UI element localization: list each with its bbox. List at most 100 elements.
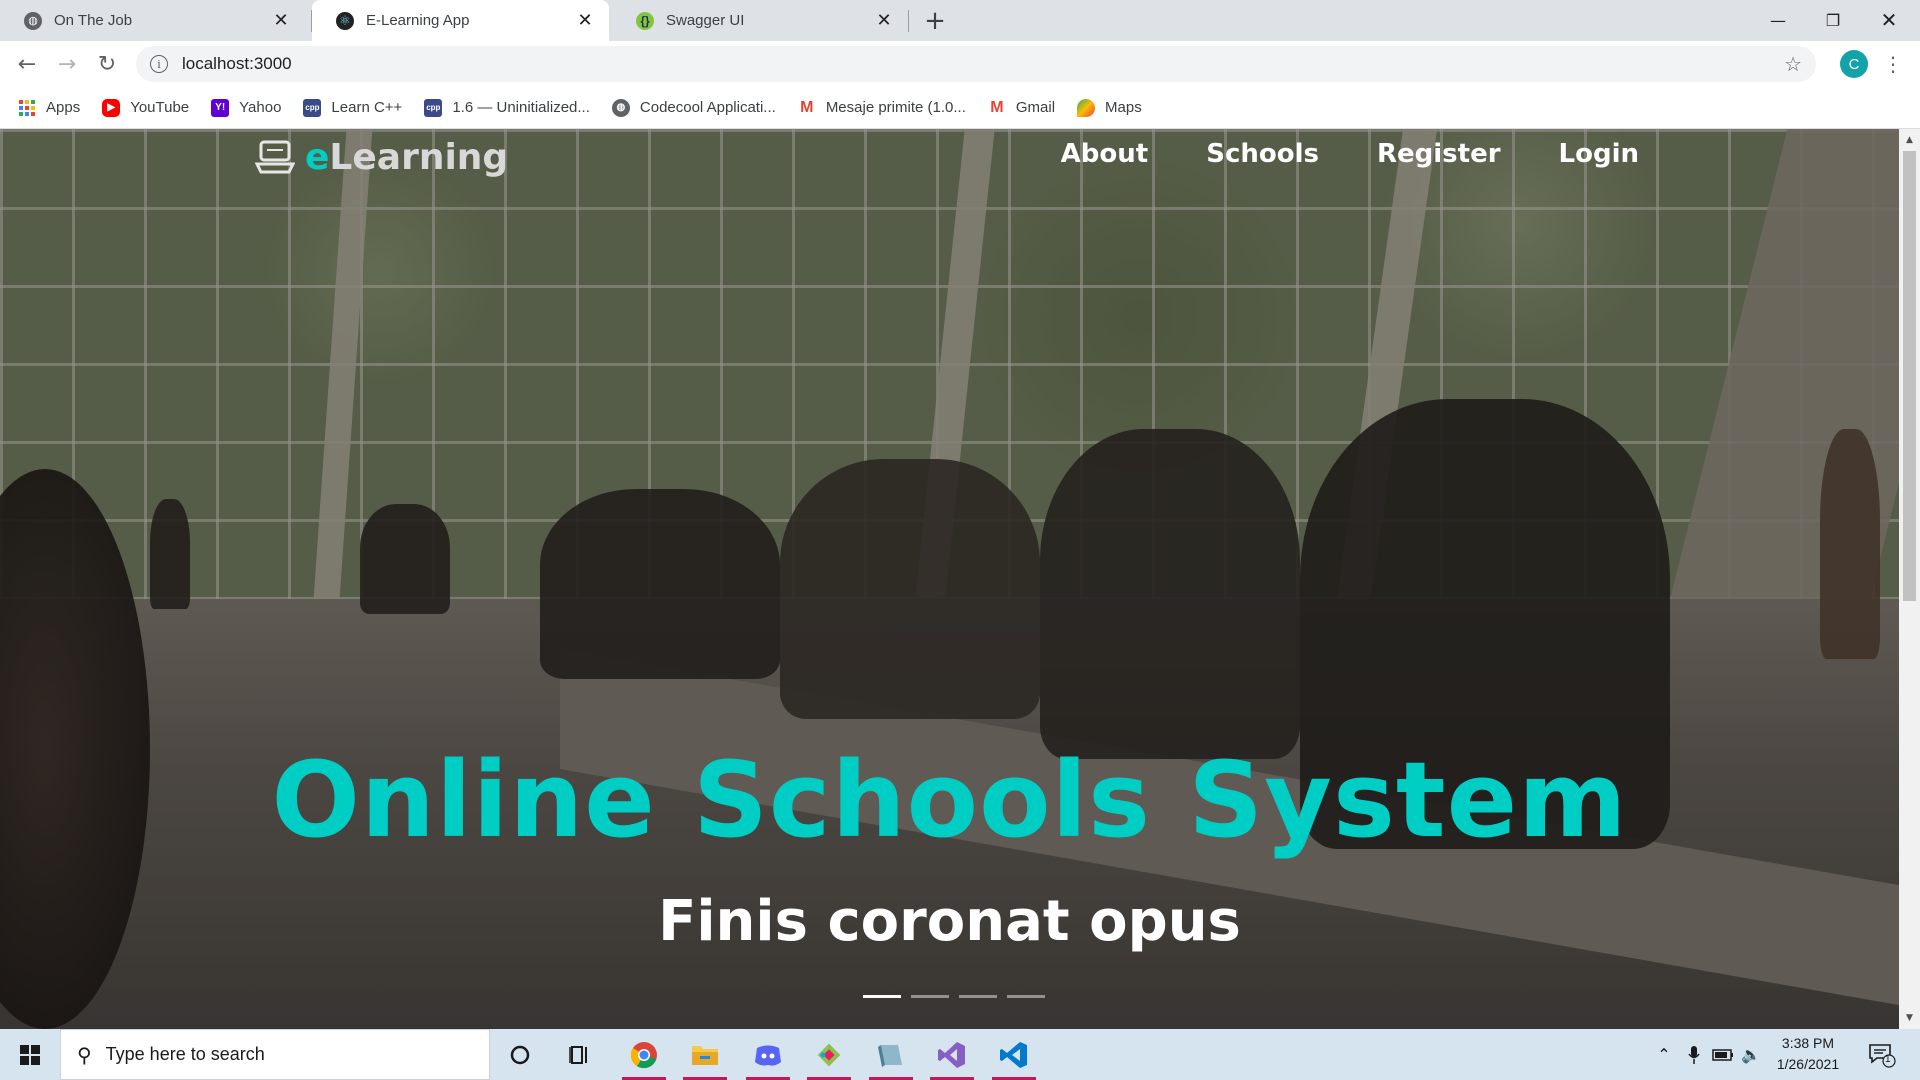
bookmark-apps[interactable]: Apps	[18, 99, 80, 117]
taskbar-file-explorer[interactable]	[677, 1029, 733, 1080]
reload-button[interactable]: ↻	[92, 49, 122, 79]
start-button[interactable]	[0, 1029, 60, 1080]
nav-register[interactable]: Register	[1377, 139, 1501, 169]
globe-icon: ◍	[24, 11, 42, 30]
speaker-icon: 🔈	[1741, 1045, 1761, 1064]
tab-title: Swagger UI	[666, 12, 745, 29]
tab-e-learning-app[interactable]: ⚛ E-Learning App ✕	[312, 0, 609, 41]
bookmark-gmail[interactable]: M Gmail	[988, 99, 1055, 117]
back-button[interactable]: ←	[12, 49, 42, 79]
bookmark-star-icon[interactable]: ☆	[1784, 52, 1802, 76]
tab-title: E-Learning App	[366, 12, 470, 29]
page-viewport: e Learning About Schools Register Login …	[0, 129, 1899, 1029]
file-explorer-icon	[692, 1045, 718, 1065]
microphone-icon	[1688, 1045, 1700, 1064]
main-nav: About Schools Register Login	[1003, 139, 1639, 169]
tab-on-the-job[interactable]: ◍ On The Job ✕	[0, 0, 305, 41]
bookmark-label: YouTube	[130, 99, 190, 116]
globe-icon: ◍	[611, 98, 630, 117]
taskbar-git[interactable]	[801, 1029, 857, 1080]
forward-button[interactable]: →	[52, 49, 82, 79]
carousel-indicator[interactable]	[863, 995, 901, 998]
battery-button[interactable]	[1710, 1029, 1736, 1080]
bookmark-youtube[interactable]: ▶ YouTube	[102, 98, 190, 117]
bookmark-maps[interactable]: Maps	[1077, 98, 1142, 117]
yahoo-icon: Y!	[211, 98, 230, 117]
url-text[interactable]: localhost:3000	[182, 54, 292, 74]
close-tab-icon[interactable]: ✕	[271, 10, 291, 31]
windows-taskbar: ⚲ Type here to search ⌃ 🔈 3:38 PM 1/26/2…	[0, 1029, 1920, 1080]
visual-studio-icon	[938, 1041, 965, 1068]
chevron-up-icon: ⌃	[1657, 1045, 1671, 1064]
gmail-icon: M	[800, 98, 814, 116]
chrome-icon	[630, 1041, 657, 1068]
app-icon	[878, 1044, 902, 1067]
elearning-logo-icon	[255, 140, 295, 174]
maps-icon	[1077, 98, 1096, 117]
task-view-button[interactable]	[552, 1029, 608, 1080]
nav-schools[interactable]: Schools	[1206, 139, 1319, 169]
bookmark-mesaje-primite[interactable]: M Mesaje primite (1.0...	[798, 99, 966, 117]
brand-text-accent: e	[305, 136, 330, 178]
close-window-button[interactable]: ✕	[1866, 0, 1912, 40]
page-scrollbar[interactable]: ▲ ▼	[1899, 129, 1920, 1029]
brand-logo[interactable]: e Learning	[255, 135, 508, 179]
bookmark-learn-cpp[interactable]: cpp Learn C++	[303, 98, 403, 117]
nav-about[interactable]: About	[1061, 139, 1149, 169]
react-icon: ⚛	[336, 11, 354, 30]
cpp-icon: cpp	[424, 98, 443, 117]
microphone-button[interactable]	[1682, 1029, 1706, 1080]
search-icon: ⚲	[77, 1042, 92, 1067]
site-info-icon[interactable]: i	[150, 55, 168, 73]
action-center-button[interactable]: 1	[1866, 1039, 1896, 1069]
system-clock[interactable]: 3:38 PM 1/26/2021	[1760, 1033, 1856, 1075]
bookmark-label: Mesaje primite (1.0...	[825, 99, 966, 116]
address-bar[interactable]: i localhost:3000 ☆	[136, 46, 1816, 82]
bookmark-label: Yahoo	[239, 99, 282, 116]
scroll-down-arrow-icon[interactable]: ▼	[1899, 1009, 1920, 1027]
tab-divider	[908, 10, 909, 32]
restore-button[interactable]: ❐	[1810, 0, 1856, 40]
taskbar-visual-studio[interactable]	[924, 1029, 980, 1080]
bookmark-uninitialized[interactable]: cpp 1.6 — Uninitialized...	[424, 98, 590, 117]
bookmarks-bar: Apps ▶ YouTube Y! Yahoo cpp Learn C++ cp…	[0, 87, 1920, 129]
swagger-icon: {}	[636, 11, 654, 30]
browser-menu-icon[interactable]: ⋮	[1880, 49, 1906, 79]
carousel-indicator[interactable]	[959, 995, 997, 998]
cortana-icon	[510, 1045, 530, 1064]
search-placeholder: Type here to search	[105, 1044, 265, 1064]
profile-avatar[interactable]: C	[1840, 50, 1868, 78]
close-tab-icon[interactable]: ✕	[874, 10, 894, 31]
carousel-indicator[interactable]	[1007, 995, 1045, 998]
taskbar-app[interactable]	[863, 1029, 919, 1080]
hero-title: Online Schools System	[271, 739, 1628, 861]
bookmark-yahoo[interactable]: Y! Yahoo	[211, 98, 282, 117]
carousel-indicators	[863, 995, 1055, 998]
bookmark-label: Apps	[46, 99, 81, 116]
new-tab-button[interactable]: +	[920, 6, 950, 36]
carousel-indicator[interactable]	[911, 995, 949, 998]
windows-logo-icon	[20, 1044, 40, 1065]
scroll-up-arrow-icon[interactable]: ▲	[1899, 131, 1920, 149]
taskbar-vscode[interactable]	[986, 1029, 1042, 1080]
tab-strip: ◍ On The Job ✕ ⚛ E-Learning App ✕ {} Swa…	[0, 0, 1920, 41]
notification-count: 1	[1885, 1054, 1891, 1065]
taskbar-search[interactable]: ⚲ Type here to search	[60, 1029, 490, 1080]
taskbar-discord[interactable]	[740, 1029, 796, 1080]
notification-icon	[1869, 1044, 1896, 1068]
show-hidden-icons-button[interactable]: ⌃	[1652, 1029, 1676, 1080]
scrollbar-thumb[interactable]	[1903, 151, 1916, 601]
taskbar-chrome[interactable]	[616, 1029, 672, 1080]
bookmark-label: Codecool Applicati...	[639, 99, 776, 116]
cortana-button[interactable]	[492, 1029, 548, 1080]
bookmark-codecool[interactable]: ◍ Codecool Applicati...	[611, 98, 776, 117]
nav-login[interactable]: Login	[1559, 139, 1639, 169]
bookmark-label: Learn C++	[331, 99, 403, 116]
close-tab-icon[interactable]: ✕	[575, 10, 595, 31]
tab-title: On The Job	[54, 12, 133, 29]
apps-grid-icon	[18, 99, 36, 117]
minimize-button[interactable]: —	[1755, 0, 1801, 40]
tab-swagger-ui[interactable]: {} Swagger UI ✕	[612, 0, 908, 41]
gmail-icon: M	[990, 98, 1004, 116]
browser-toolbar: ← → ↻ i localhost:3000 ☆ C ⋮	[0, 41, 1920, 87]
